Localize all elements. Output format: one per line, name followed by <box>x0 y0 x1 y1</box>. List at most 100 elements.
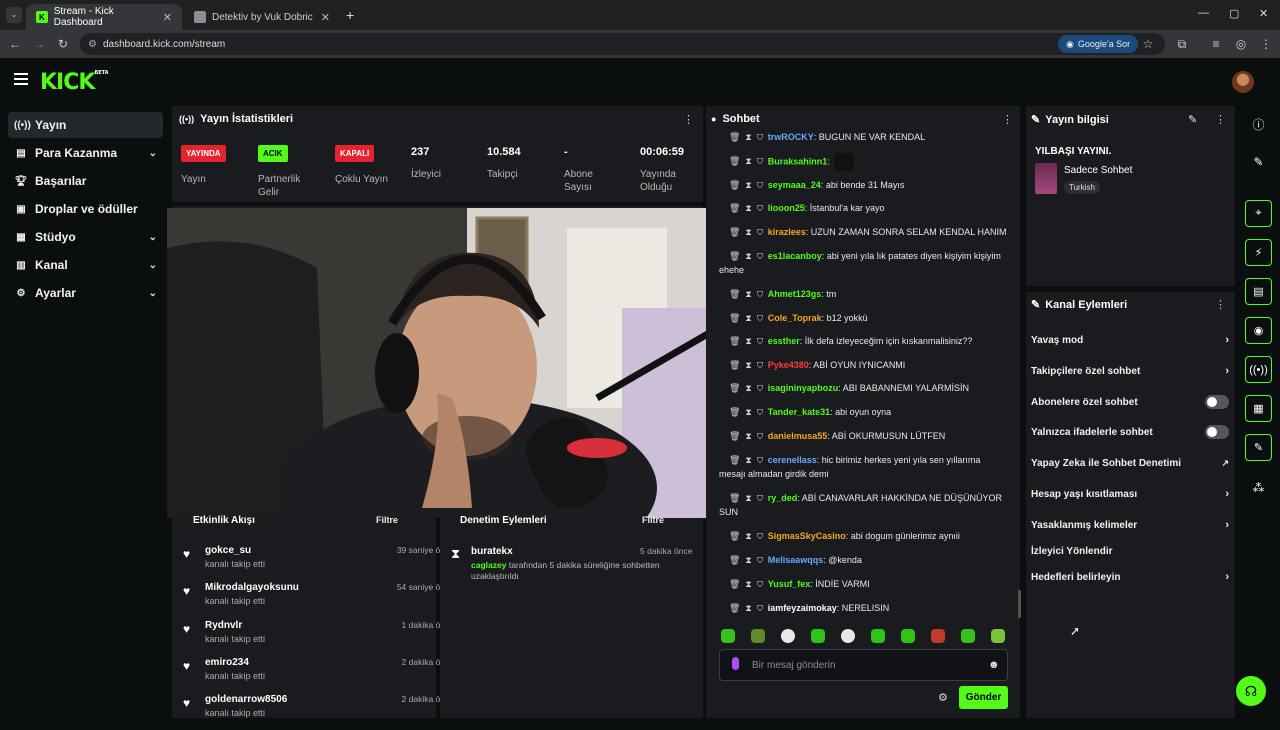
moderation-icons[interactable]: 🗑︎ ⧗ ⛉ <box>719 132 766 142</box>
browser-tab-detektiv[interactable]: Detektiv by Vuk Dobric ✕ <box>184 4 340 30</box>
google-ask-button[interactable]: ◉ Google'a Sor <box>1058 35 1139 53</box>
banned-words-row[interactable]: Yasaklanmış kelimeler › <box>1031 514 1229 536</box>
broadcast-rail-icon[interactable]: ((•)) <box>1245 356 1272 383</box>
chat-username[interactable]: danielmusa55 <box>768 431 828 441</box>
emote-icon[interactable] <box>841 629 855 643</box>
moderation-icons[interactable]: 🗑︎ ⧗ ⛉ <box>719 383 766 393</box>
channel-actions-menu-icon[interactable]: ⋮ <box>1215 298 1226 311</box>
raid-row[interactable]: İzleyici Yönlendir <box>1031 540 1229 562</box>
moderation-icons[interactable]: 🗑︎ ⧗ ⛉ <box>719 531 766 541</box>
document-icon[interactable]: ▤ <box>1245 278 1272 305</box>
browser-menu-icon[interactable]: ⋮ <box>1258 36 1274 52</box>
chat-username[interactable]: SigmasSkyCasino <box>768 531 846 541</box>
moderator-name[interactable]: buratekx <box>471 546 513 557</box>
chat-input[interactable]: Bir mesaj gönderin <box>719 649 1008 681</box>
moderation-icons[interactable]: 🗑︎ ⧗ ⛉ <box>719 313 766 323</box>
chat-username[interactable]: liooon25 <box>768 203 805 213</box>
chat-username[interactable]: cerenellass <box>768 455 817 465</box>
moderation-icons[interactable]: 🗑︎ ⧗ ⛉ <box>719 579 766 589</box>
pencil-icon[interactable]: ✎ <box>1245 151 1272 173</box>
support-headset-icon[interactable]: ☊ <box>1236 676 1266 706</box>
emote-icon[interactable] <box>931 629 945 643</box>
target-user[interactable]: caglazey <box>471 560 506 570</box>
category-name[interactable]: Sadece Sohbet <box>1064 165 1132 176</box>
chat-username[interactable]: Buraksahinn1 <box>768 156 828 166</box>
chat-settings-icon[interactable]: ⚙ <box>938 691 948 704</box>
moderation-icons[interactable]: 🗑︎ ⧗ ⛉ <box>719 603 766 613</box>
emote-icon[interactable] <box>961 629 975 643</box>
lightning-icon[interactable]: ⚡︎ <box>1245 239 1272 266</box>
chat-scrollbar[interactable] <box>1018 590 1021 618</box>
chat-bubble-icon[interactable]: ◉ <box>1245 317 1272 344</box>
forward-icon[interactable]: → <box>31 36 47 52</box>
slow-mode-row[interactable]: Yavaş mod › <box>1031 329 1229 351</box>
chat-username[interactable]: iamfeyzaimokay <box>768 603 837 613</box>
moderation-icons[interactable]: 🗑︎ ⧗ ⛉ <box>719 156 766 166</box>
send-button[interactable]: Gönder <box>959 686 1008 709</box>
moderation-icons[interactable]: 🗑︎ ⧗ ⛉ <box>719 360 766 370</box>
moderation-icons[interactable]: 🗑︎ ⧗ ⛉ <box>719 227 766 237</box>
moderation-icons[interactable]: 🗑︎ ⧗ ⛉ <box>719 203 766 213</box>
moderation-icons[interactable]: 🗑︎ ⧗ ⛉ <box>719 336 766 346</box>
moderation-icons[interactable]: 🗑︎ ⧗ ⛉ <box>719 455 766 465</box>
emote-icon[interactable] <box>721 629 735 643</box>
apps-icon[interactable]: ⁂ <box>1245 477 1272 499</box>
chat-username[interactable]: Tander_kate31 <box>768 407 830 417</box>
emote-icon[interactable] <box>901 629 915 643</box>
emote-icon[interactable] <box>871 629 885 643</box>
moderation-icons[interactable]: 🗑︎ ⧗ ⛉ <box>719 431 766 441</box>
stats-menu-icon[interactable]: ⋮ <box>683 113 694 126</box>
chat-username[interactable]: es1lacanboy <box>768 251 822 261</box>
sidebar-item-kanal[interactable]: ▥ Kanal ⌄ <box>8 252 163 278</box>
site-info-icon[interactable]: ⚙ <box>88 39 97 50</box>
avatar[interactable] <box>1232 71 1254 93</box>
browser-tab-kick[interactable]: K Stream - Kick Dashboard ✕ <box>26 4 182 30</box>
tab-search-button[interactable]: ⌄ <box>6 7 22 23</box>
tools-icon[interactable]: ✎ <box>1245 434 1272 461</box>
sidebar-item-para-kazanma[interactable]: ▤ Para Kazanma ⌄ <box>8 140 163 166</box>
chat-username[interactable]: ry_ded <box>768 493 798 503</box>
account-age-row[interactable]: Hesap yaşı kısıtlaması › <box>1031 483 1229 505</box>
bookmark-star-icon[interactable]: ☆ <box>1140 36 1156 52</box>
microphone-icon[interactable] <box>732 657 739 670</box>
chat-username[interactable]: Ahmet123gs <box>768 289 822 299</box>
ai-moderation-row[interactable]: Yapay Zeka ile Sohbet Denetimi ↗ <box>1031 452 1229 474</box>
sidebar-item-ayarlar[interactable]: ⚙ Ayarlar ⌄ <box>8 280 163 306</box>
minimize-icon[interactable]: — <box>1198 7 1209 19</box>
emoji-picker-icon[interactable]: ☻ <box>988 659 1000 671</box>
moderation-icons[interactable]: 🗑︎ ⧗ ⛉ <box>719 251 766 261</box>
media-icon[interactable]: ≡ <box>1208 36 1224 52</box>
close-tab-icon[interactable]: ✕ <box>163 11 172 24</box>
chat-username[interactable]: isagininyapbozu <box>768 383 839 393</box>
emote-icon[interactable] <box>781 629 795 643</box>
close-tab-icon[interactable]: ✕ <box>321 11 330 24</box>
chat-username[interactable]: seymaaa_24 <box>768 180 821 190</box>
emotes-only-toggle[interactable] <box>1205 425 1229 439</box>
sidebar-item-studyo[interactable]: ▦ Stüdyo ⌄ <box>8 224 163 250</box>
subscribers-only-toggle[interactable] <box>1205 395 1229 409</box>
chat-username[interactable]: Yusuf_fex <box>768 579 811 589</box>
emote-icon[interactable] <box>991 629 1005 643</box>
info-icon[interactable]: ⓘ <box>1245 113 1272 135</box>
followers-only-row[interactable]: Takipçilere özel sohbet › <box>1031 360 1229 382</box>
extensions-icon[interactable]: ⧉ <box>1174 36 1190 52</box>
sidebar-item-yayin[interactable]: ((•)) Yayın <box>8 112 163 138</box>
moderation-filter-button[interactable]: Filtre <box>642 515 664 525</box>
chat-username[interactable]: Cole_Toprak <box>768 313 822 323</box>
moderation-icons[interactable]: 🗑︎ ⧗ ⛉ <box>719 407 766 417</box>
edit-icon[interactable]: ✎ <box>1188 113 1197 126</box>
maximize-icon[interactable]: ▢ <box>1229 7 1239 20</box>
chat-username[interactable]: kirazlees <box>768 227 806 237</box>
kick-logo[interactable]: KICKBETA <box>40 70 109 95</box>
reload-icon[interactable]: ↻ <box>55 36 71 52</box>
chat-username[interactable]: Melisaawqqs <box>768 555 824 565</box>
menu-icon[interactable] <box>14 73 28 87</box>
goals-row[interactable]: Hedefleri belirleyin › <box>1031 566 1229 588</box>
chat-username[interactable]: Pyke4380 <box>768 360 809 370</box>
chat-username[interactable]: trwROCKY <box>768 132 814 142</box>
layout-icon[interactable]: ▦ <box>1245 395 1272 422</box>
moderation-icons[interactable]: 🗑︎ ⧗ ⛉ <box>719 555 766 565</box>
sidebar-item-basarilar[interactable]: 🏆︎ Başarılar <box>8 168 163 194</box>
moderation-icons[interactable]: 🗑︎ ⧗ ⛉ <box>719 493 766 503</box>
moderation-icons[interactable]: 🗑︎ ⧗ ⛉ <box>719 180 766 190</box>
